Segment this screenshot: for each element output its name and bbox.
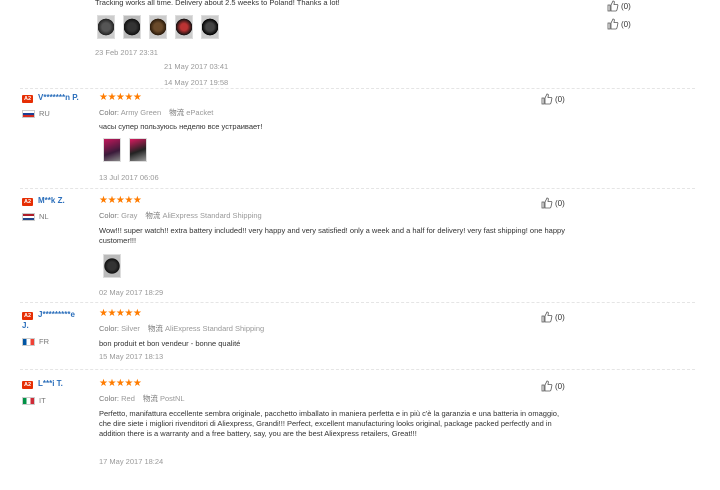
helpful-count: (0) bbox=[621, 1, 631, 11]
star-rating: ★★★★★ bbox=[99, 195, 142, 206]
divider bbox=[20, 302, 695, 303]
reviewer-name-continued: J. bbox=[22, 321, 29, 330]
review-photo[interactable] bbox=[175, 15, 193, 39]
helpful-button[interactable]: (0) bbox=[607, 18, 631, 30]
timestamp: 21 May 2017 03:41 bbox=[164, 62, 229, 71]
reviewer-name: L***i T. bbox=[38, 379, 63, 388]
buyer-level-badge: A2 bbox=[22, 312, 33, 320]
flag-icon-it bbox=[22, 396, 35, 405]
helpful-count: (0) bbox=[555, 312, 565, 322]
thumbs-up-icon bbox=[607, 0, 619, 12]
review-photo[interactable] bbox=[103, 254, 121, 278]
reviewer-name: V*******n P. bbox=[38, 93, 79, 102]
thumbs-up-icon bbox=[541, 311, 553, 323]
flag-icon-nl bbox=[22, 212, 35, 221]
review-date: 02 May 2017 18:29 bbox=[99, 288, 164, 297]
reviewer-country: RU bbox=[22, 109, 50, 118]
order-info: Color: Silver 物流 AliExpress Standard Ship… bbox=[99, 324, 265, 333]
review-text: Tracking works all time. Delivery about … bbox=[95, 0, 340, 7]
review-photo[interactable] bbox=[103, 138, 121, 162]
review-text: bon produit et bon vendeur - bonne quali… bbox=[99, 339, 241, 348]
review-date: 23 Feb 2017 23:31 bbox=[95, 48, 158, 57]
review-photo[interactable] bbox=[123, 15, 141, 39]
review-date: 13 Jul 2017 06:06 bbox=[99, 173, 159, 182]
review-photo[interactable] bbox=[201, 15, 219, 39]
helpful-button[interactable]: (0) bbox=[541, 380, 565, 392]
reviewer-country: IT bbox=[22, 396, 46, 405]
helpful-button[interactable]: (0) bbox=[607, 0, 631, 12]
divider bbox=[20, 88, 695, 89]
reviewer-name: M**k Z. bbox=[38, 196, 65, 205]
order-info: Color: Army Green 物流 ePacket bbox=[99, 108, 214, 117]
helpful-count: (0) bbox=[555, 198, 565, 208]
helpful-button[interactable]: (0) bbox=[541, 197, 565, 209]
review-photos bbox=[97, 15, 219, 39]
review-photos bbox=[103, 138, 147, 162]
divider bbox=[20, 188, 695, 189]
review-text: Perfetto, manifattura eccellente sembra … bbox=[99, 409, 560, 438]
review-date: 17 May 2017 18:24 bbox=[99, 457, 164, 466]
thumbs-up-icon bbox=[541, 380, 553, 392]
divider bbox=[20, 369, 695, 370]
star-rating: ★★★★★ bbox=[99, 378, 142, 389]
reviewer-country: NL bbox=[22, 212, 49, 221]
helpful-count: (0) bbox=[621, 19, 631, 29]
thumbs-up-icon bbox=[541, 93, 553, 105]
order-info: Color: Red 物流 PostNL bbox=[99, 394, 185, 403]
star-rating: ★★★★★ bbox=[99, 308, 142, 319]
timestamp: 14 May 2017 19:58 bbox=[164, 78, 229, 87]
helpful-count: (0) bbox=[555, 94, 565, 104]
reviewer-country: FR bbox=[22, 337, 49, 346]
review-photo[interactable] bbox=[97, 15, 115, 39]
order-info: Color: Gray 物流 AliExpress Standard Shippi… bbox=[99, 211, 262, 220]
helpful-button[interactable]: (0) bbox=[541, 311, 565, 323]
review-photo[interactable] bbox=[149, 15, 167, 39]
review-photo[interactable] bbox=[129, 138, 147, 162]
flag-icon-ru bbox=[22, 109, 35, 118]
star-rating: ★★★★★ bbox=[99, 92, 142, 103]
flag-icon-fr bbox=[22, 337, 35, 346]
helpful-button[interactable]: (0) bbox=[541, 93, 565, 105]
buyer-level-badge: A2 bbox=[22, 95, 33, 103]
review-text: Wow!!! super watch!! extra battery inclu… bbox=[99, 226, 565, 245]
helpful-count: (0) bbox=[555, 381, 565, 391]
thumbs-up-icon bbox=[541, 197, 553, 209]
review-date: 15 May 2017 18:13 bbox=[99, 352, 164, 361]
review-photos bbox=[103, 254, 121, 278]
thumbs-up-icon bbox=[607, 18, 619, 30]
buyer-level-badge: A2 bbox=[22, 198, 33, 206]
buyer-level-badge: A2 bbox=[22, 381, 33, 389]
review-text: часы супер пользуюсь неделю все устраива… bbox=[99, 122, 263, 131]
reviewer-name: J*********e bbox=[38, 310, 75, 319]
